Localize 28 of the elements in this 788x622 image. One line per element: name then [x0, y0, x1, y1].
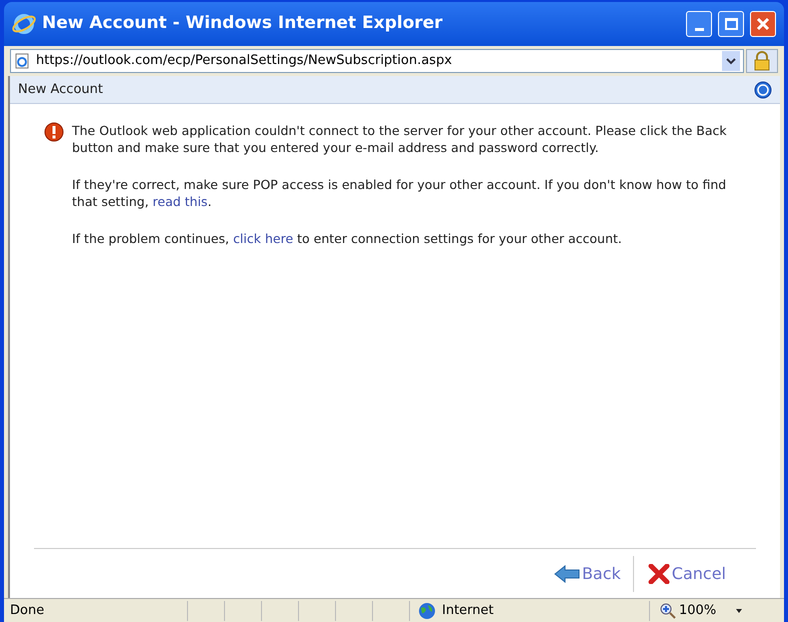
minimize-button[interactable]	[686, 11, 712, 37]
window-title: New Account - Windows Internet Explorer	[42, 12, 444, 36]
close-icon	[756, 17, 770, 31]
help-icon[interactable]	[754, 80, 772, 98]
back-button[interactable]: Back	[554, 562, 621, 586]
maximize-button[interactable]	[718, 11, 744, 37]
padlock-icon	[753, 51, 771, 71]
zoom-level[interactable]: 100%	[679, 600, 716, 620]
dropdown-icon[interactable]	[722, 51, 740, 71]
message-paragraph: The Outlook web application couldn't connect to the server for your other account. Please click the Back button and make sure that you entered your e-mail address and password correctly.	[72, 122, 728, 156]
close-button[interactable]	[750, 11, 776, 37]
help-link[interactable]: read this	[152, 194, 208, 209]
zoom-icon	[660, 602, 676, 618]
help-link[interactable]: click here	[233, 231, 294, 246]
error-icon	[44, 122, 64, 142]
status-text: Done	[9, 602, 46, 620]
cancel-button[interactable]: Cancel	[648, 562, 726, 586]
close-icon	[648, 564, 670, 584]
left-arrow-icon	[554, 564, 580, 582]
browser-logo-icon	[12, 12, 36, 36]
message-paragraph: If the problem continues, click here to enter connection settings for your other account.	[72, 230, 623, 247]
page-title: New Account	[18, 80, 104, 99]
page-icon	[14, 53, 30, 69]
globe-icon	[418, 602, 436, 620]
address-field[interactable]: https://outlook.com/ecp/PersonalSettings/NewSubscription.aspx	[10, 49, 744, 73]
security-button[interactable]	[746, 49, 778, 73]
message-paragraph: If they're correct, make sure POP access is enabled for your other account. If you don't know how to find that setting, read this.	[72, 176, 728, 210]
zone-label: Internet	[442, 602, 494, 620]
